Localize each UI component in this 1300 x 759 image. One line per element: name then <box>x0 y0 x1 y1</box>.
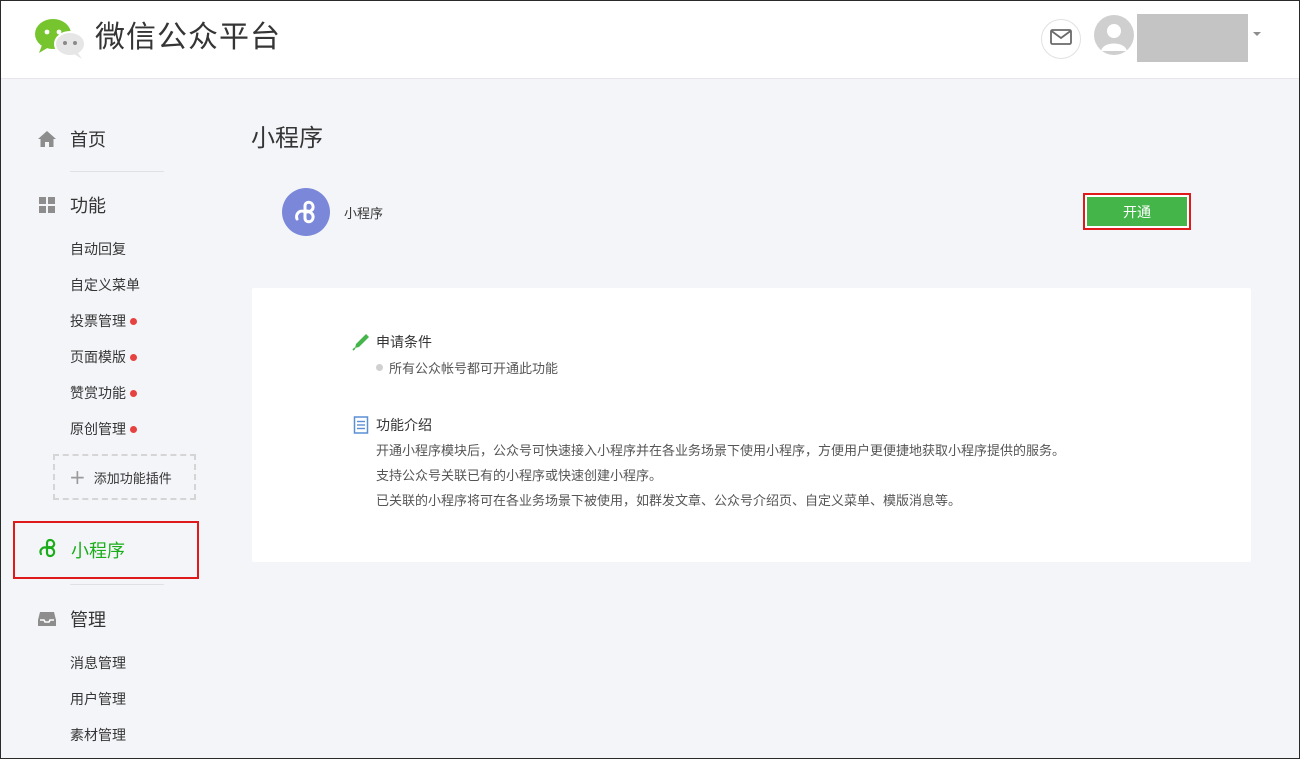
mail-icon <box>1050 29 1072 49</box>
add-plugin-label: 添加功能插件 <box>93 471 172 487</box>
sidebar-item-label: 页面模版 <box>70 350 126 366</box>
sidebar-item-label: 素材管理 <box>70 728 126 744</box>
document-icon <box>352 416 370 434</box>
sidebar-item-custom-menu[interactable]: 自定义菜单 <box>70 275 140 295</box>
requirements-title: 申请条件 <box>352 332 432 352</box>
chevron-down-icon[interactable] <box>1253 32 1261 36</box>
brand-title: 微信公众平台 <box>95 20 281 55</box>
sidebar-item-label: 赞赏功能 <box>70 386 126 402</box>
sidebar-divider <box>70 171 164 172</box>
section-title-text: 申请条件 <box>376 335 432 351</box>
sidebar-item-label: 小程序 <box>71 541 125 562</box>
sidebar-item-label: 用户管理 <box>70 692 126 708</box>
sidebar-section-label: 功能 <box>70 196 106 217</box>
sidebar: 首页 功能 自动回复 自定义菜单 投票管理 页面模版 赞赏功能 原创管理 + 添… <box>0 79 230 759</box>
intro-line: 开通小程序模块后，公众号可快速接入小程序并在各业务场景下使用小程序，方便用户更便… <box>376 444 1066 459</box>
sidebar-item-mini-program[interactable]: 小程序 <box>13 521 199 579</box>
sidebar-item-home[interactable]: 首页 <box>36 127 106 151</box>
top-header: 微信公众平台 <box>0 0 1300 79</box>
mail-button[interactable] <box>1041 19 1081 59</box>
new-badge <box>130 425 137 433</box>
sidebar-section-manage[interactable]: 管理 <box>36 607 106 631</box>
sidebar-item-label: 自动回复 <box>70 242 126 258</box>
mini-program-icon <box>37 537 59 563</box>
sidebar-section-features[interactable]: 功能 <box>36 193 106 217</box>
new-badge <box>130 353 137 361</box>
grid-icon <box>36 194 58 216</box>
sidebar-item-label: 投票管理 <box>70 314 126 330</box>
intro-line: 支持公众号关联已有的小程序或快速创建小程序。 <box>376 469 663 484</box>
sidebar-item-label: 消息管理 <box>70 656 126 672</box>
sidebar-divider <box>70 584 164 585</box>
sidebar-item-messages[interactable]: 消息管理 <box>70 653 126 673</box>
sidebar-item-vote[interactable]: 投票管理 <box>70 311 137 331</box>
sidebar-item-label: 首页 <box>70 130 106 151</box>
requirement-item: 所有公众帐号都可开通此功能 <box>376 358 558 377</box>
page-title: 小程序 <box>251 124 323 152</box>
sidebar-item-users[interactable]: 用户管理 <box>70 689 126 709</box>
new-badge <box>130 389 137 397</box>
sidebar-section-label: 管理 <box>70 610 106 631</box>
mini-program-logo <box>282 188 330 236</box>
new-badge <box>130 317 137 325</box>
sidebar-item-auto-reply[interactable]: 自动回复 <box>70 239 126 259</box>
sidebar-item-reward[interactable]: 赞赏功能 <box>70 383 137 403</box>
add-plugin-button[interactable]: + 添加功能插件 <box>53 454 196 500</box>
sidebar-item-original[interactable]: 原创管理 <box>70 419 137 439</box>
sidebar-item-materials[interactable]: 素材管理 <box>70 725 126 745</box>
plus-icon: + <box>69 465 86 489</box>
home-icon <box>36 128 58 150</box>
mini-program-name: 小程序 <box>344 207 384 222</box>
intro-line: 已关联的小程序将可在各业务场景下被使用，如群发文章、公众号介绍页、自定义菜单、模… <box>376 494 962 509</box>
intro-title: 功能介绍 <box>352 415 432 435</box>
requirement-text: 所有公众帐号都可开通此功能 <box>389 362 559 377</box>
pen-icon <box>352 333 370 351</box>
sidebar-item-page-template[interactable]: 页面模版 <box>70 347 137 367</box>
sidebar-item-label: 原创管理 <box>70 422 126 438</box>
account-name-redacted[interactable] <box>1137 14 1248 62</box>
open-button-label: 开通 <box>1087 197 1187 226</box>
wechat-logo[interactable] <box>34 17 88 61</box>
info-card: 申请条件 所有公众帐号都可开通此功能 功能介绍 开通小程序模块后，公众号可快速接… <box>252 288 1251 562</box>
section-title-text: 功能介绍 <box>376 418 432 434</box>
bullet-dot <box>376 364 383 371</box>
user-avatar[interactable] <box>1094 15 1134 55</box>
sidebar-item-label: 自定义菜单 <box>70 278 140 294</box>
open-button[interactable]: 开通 <box>1083 193 1191 230</box>
inbox-icon <box>36 608 58 630</box>
